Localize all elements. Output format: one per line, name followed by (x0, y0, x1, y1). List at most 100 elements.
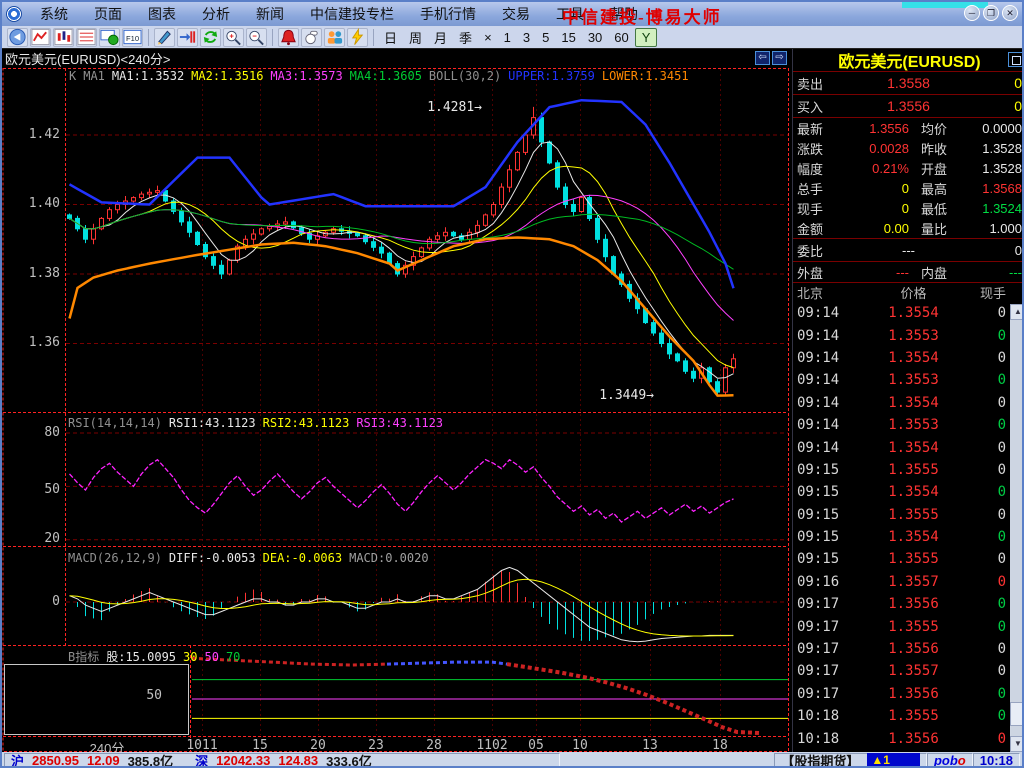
menu-系统[interactable]: 系统 (28, 2, 80, 26)
quote-row-最新: 最新1.3556均价0.0000 (793, 118, 1024, 138)
scroll-thumb[interactable] (1010, 702, 1024, 726)
candlestick-icon[interactable] (53, 28, 74, 47)
titlebar: 系统页面图表分析新闻中信建投专栏手机行情交易工具帮助 中信建投-博易大师 ─ ❐… (2, 2, 1022, 26)
buy-volume: 0 (976, 98, 1022, 114)
futures-badge: ▲1 (867, 753, 920, 767)
menu-中信建投专栏[interactable]: 中信建投专栏 (298, 2, 406, 26)
hand-icon[interactable] (301, 28, 322, 47)
scroll-down-arrow-icon[interactable]: ▼ (1010, 736, 1024, 752)
quote-row-现手: 现手0最低1.3524 (793, 198, 1024, 218)
toolbar-separator (272, 29, 273, 46)
tick-row: 09:171.35560 (793, 638, 1024, 660)
macd-axis-tick: 0 (2, 594, 60, 609)
quote-list-icon[interactable] (76, 28, 97, 47)
menu-交易[interactable]: 交易 (490, 2, 542, 26)
period-button-周[interactable]: 周 (403, 27, 428, 48)
rsi-axis-tick: 80 (2, 425, 60, 440)
tick-row: 09:171.35560 (793, 683, 1024, 705)
tick-list-header: 北京 价格 现手 (793, 282, 1024, 302)
period-button-Y[interactable]: Y (635, 28, 658, 47)
edit-icon[interactable] (154, 28, 175, 47)
menu-分析[interactable]: 分析 (190, 2, 242, 26)
price-axis-tick: 1.38 (2, 266, 60, 281)
buy-price: 1.3556 (841, 98, 976, 114)
quote-row-幅度: 幅度0.21%开盘1.3528 (793, 158, 1024, 178)
b-indicator-scale-box: 50 (4, 664, 189, 735)
sell-volume: 0 (976, 75, 1022, 91)
x-axis-tick: 1102 (470, 738, 514, 753)
period-button-季[interactable]: 季 (453, 27, 478, 48)
tick-row: 09:151.35550 (793, 459, 1024, 481)
tick-row: 09:151.35550 (793, 504, 1024, 526)
period-button-60[interactable]: 60 (608, 29, 634, 46)
panel-layout-icon[interactable] (1008, 52, 1023, 67)
menu-新闻[interactable]: 新闻 (244, 2, 296, 26)
tick-row: 09:161.35570 (793, 571, 1024, 593)
alarm-icon[interactable] (278, 28, 299, 47)
tick-row: 09:171.35550 (793, 615, 1024, 637)
zoom-in-icon[interactable] (223, 28, 244, 47)
menubar: 系统页面图表分析新闻中信建投专栏手机行情交易工具帮助 (28, 2, 650, 26)
window-controls: ─ ❐ ✕ (964, 5, 1018, 21)
toolbar-separator (148, 29, 149, 46)
rsi-axis-tick: 20 (2, 531, 60, 546)
x-axis-tick: 05 (514, 738, 558, 753)
line-chart-icon[interactable] (30, 28, 51, 47)
tick-row: 10:181.35550 (793, 705, 1024, 727)
main-legend: KMA1MA1:1.3532MA2:1.3516MA3:1.3573MA4:1.… (69, 69, 696, 83)
window-title: 中信建投-博易大师 (562, 3, 722, 28)
quote-row-总手: 总手0最高1.3568 (793, 178, 1024, 198)
tick-row: 09:151.35540 (793, 481, 1024, 503)
f10-icon[interactable]: F10 (122, 28, 143, 47)
tick-row: 09:141.35540 (793, 302, 1024, 324)
period-button-1[interactable]: 1 (498, 29, 517, 46)
tick-row: 09:141.35530 (793, 369, 1024, 391)
price-axis-tick: 1.40 (2, 196, 60, 211)
tick-list: 09:141.3554009:141.3553009:141.3554009:1… (793, 302, 1024, 750)
x-axis-tick: 15 (238, 738, 282, 753)
tick-row: 09:171.35560 (793, 593, 1024, 615)
x-axis-tick: 28 (412, 738, 456, 753)
tick-row: 09:141.35540 (793, 347, 1024, 369)
period-button-30[interactable]: 30 (582, 29, 608, 46)
back-icon[interactable] (7, 28, 28, 47)
tick-row: 09:141.35540 (793, 392, 1024, 414)
app-window: 系统页面图表分析新闻中信建投专栏手机行情交易工具帮助 中信建投-博易大师 ─ ❐… (0, 0, 1024, 768)
brand-logo: pobo (927, 753, 973, 768)
tick-row: 09:141.35530 (793, 414, 1024, 436)
tick-row: 09:171.35570 (793, 660, 1024, 682)
period-button-15[interactable]: 15 (555, 29, 581, 46)
b-legend: B指标股:15.0095305070 (68, 648, 247, 665)
users-icon[interactable] (324, 28, 345, 47)
quote-row-pan: 外盘 --- 内盘 --- (793, 262, 1024, 282)
futures-ticker[interactable]: 【股指期货】 ▲1 (774, 753, 927, 768)
zoom-out-icon[interactable] (246, 28, 267, 47)
close-button[interactable]: ✕ (1002, 5, 1018, 21)
x-axis-tick: 13 (628, 738, 672, 753)
period-button-3[interactable]: 3 (517, 29, 536, 46)
restore-button[interactable]: ❐ (983, 5, 999, 21)
svg-text:F10: F10 (126, 34, 139, 43)
lightning-icon[interactable] (347, 28, 368, 47)
chart-globe-icon[interactable] (99, 28, 120, 47)
rsi-axis-tick: 50 (2, 482, 60, 497)
period-button-月[interactable]: 月 (428, 27, 453, 48)
refresh-icon[interactable] (200, 28, 221, 47)
price-tag: 1.4281→ (427, 100, 482, 115)
period-button-5[interactable]: 5 (536, 29, 555, 46)
x-axis-tick: 18 (698, 738, 742, 753)
period-button-日[interactable]: 日 (378, 27, 403, 48)
price-tag: 1.3449→ (599, 388, 654, 403)
menu-页面[interactable]: 页面 (82, 2, 134, 26)
index-summary: 沪 2850.95 12.09 385.8亿 深 12042.33 124.83… (4, 753, 560, 768)
ruler-icon[interactable] (177, 28, 198, 47)
tick-row: 09:141.35540 (793, 436, 1024, 458)
scroll-up-arrow-icon[interactable]: ▲ (1010, 304, 1024, 320)
period-button-×[interactable]: × (478, 29, 498, 46)
minimize-button[interactable]: ─ (964, 5, 980, 21)
app-icon (6, 6, 22, 22)
price-axis-tick: 1.42 (2, 127, 60, 142)
chart-canvas[interactable] (2, 49, 790, 752)
menu-图表[interactable]: 图表 (136, 2, 188, 26)
menu-手机行情[interactable]: 手机行情 (408, 2, 488, 26)
